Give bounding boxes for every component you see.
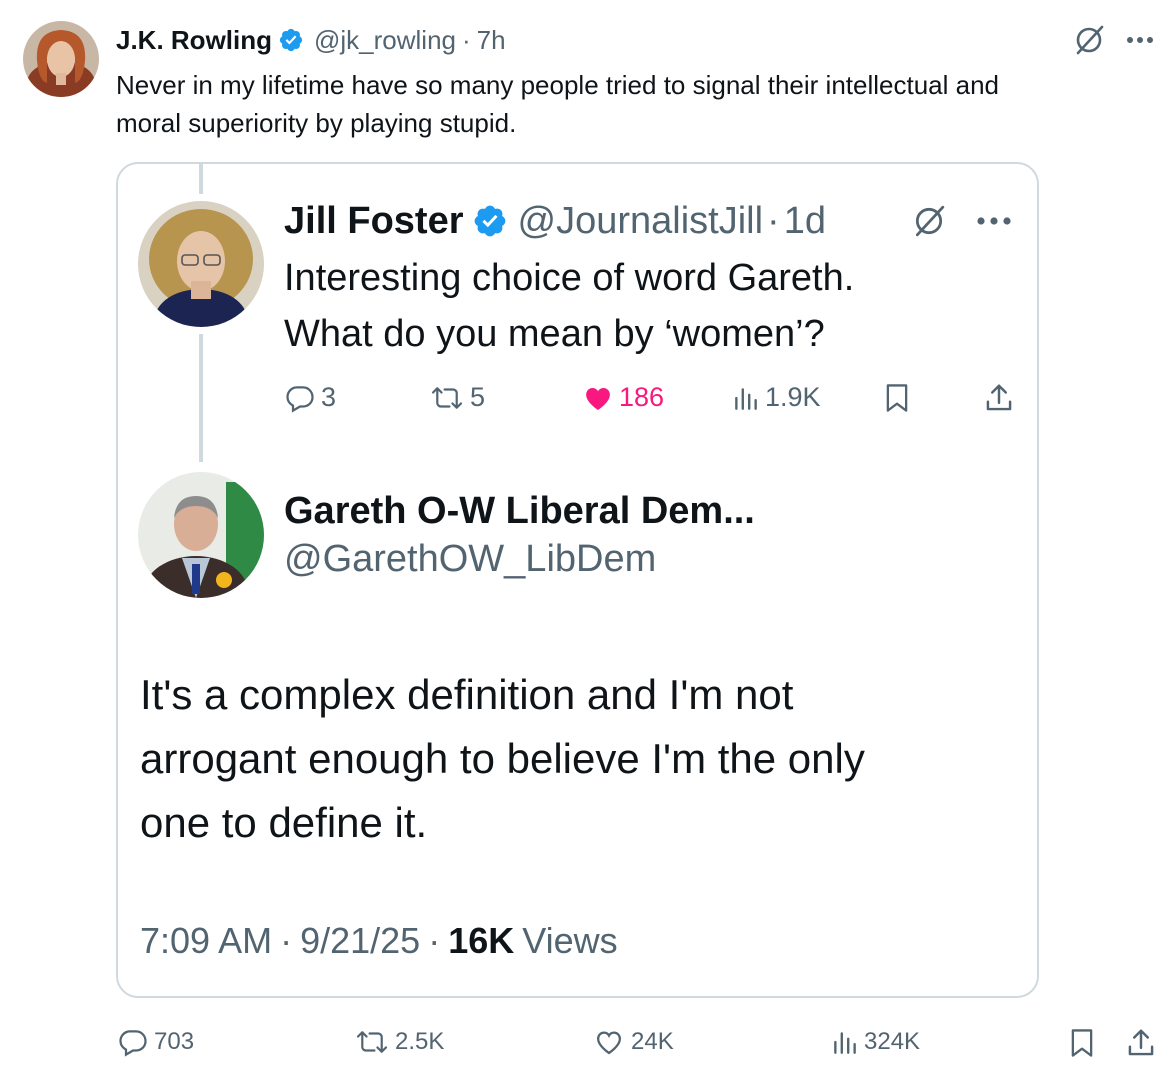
author-name[interactable]: Gareth O-W Liberal Dem... — [284, 487, 755, 535]
post-date[interactable]: 9/21/25 — [300, 920, 420, 962]
like-icon — [583, 383, 613, 413]
author-handle[interactable]: @jk_rowling — [314, 25, 456, 56]
repost-button[interactable]: 5 — [430, 382, 485, 413]
like-icon — [593, 1027, 625, 1057]
verified-badge-icon — [278, 27, 304, 53]
meta-separator: · — [767, 199, 780, 242]
more-icon[interactable] — [1126, 36, 1154, 44]
reply-count: 703 — [154, 1028, 195, 1055]
views-icon — [832, 1027, 858, 1057]
like-count: 24K — [631, 1028, 674, 1055]
views-button[interactable]: 324K — [832, 1027, 920, 1057]
bookmark-icon[interactable] — [884, 382, 910, 414]
meta-separator: · — [280, 920, 293, 961]
author-handle[interactable]: @GarethOW_LibDem — [284, 535, 755, 583]
author-handle[interactable]: @JournalistJill — [518, 200, 764, 243]
reply-icon — [118, 1027, 148, 1057]
reply-icon — [285, 383, 315, 413]
post-time[interactable]: 7h — [477, 25, 506, 56]
reply-text-line: Interesting choice of word Gareth. — [284, 257, 855, 299]
author-avatar-gareth[interactable] — [138, 472, 264, 598]
like-button[interactable]: 186 — [583, 382, 664, 413]
views-button[interactable]: 1.9K — [733, 382, 821, 413]
post-time[interactable]: 1d — [784, 200, 826, 243]
author-avatar-jill-foster[interactable] — [138, 201, 264, 327]
views-label: Views — [522, 920, 618, 961]
reply-button[interactable]: 3 — [285, 382, 336, 413]
author-avatar-jk-rowling[interactable] — [23, 21, 99, 97]
post-text-line: moral superiority by playing stupid. — [116, 108, 517, 138]
reply-count: 3 — [321, 382, 337, 412]
original-text-line: arrogant enough to believe I'm the only — [140, 735, 865, 782]
views-count: 324K — [864, 1028, 921, 1055]
post-text-line: Never in my lifetime have so many people… — [116, 70, 1000, 100]
views-icon — [733, 383, 759, 413]
author-name[interactable]: J.K. Rowling — [116, 25, 272, 56]
grok-icon[interactable] — [1073, 24, 1105, 56]
like-count: 186 — [619, 382, 665, 412]
views-count: 1.9K — [765, 382, 821, 412]
repost-icon — [430, 383, 464, 413]
more-icon[interactable] — [976, 216, 1012, 226]
post-timestamp[interactable]: 7:09 AM — [140, 920, 272, 962]
meta-separator: · — [462, 24, 471, 55]
original-text-line: one to define it. — [140, 799, 428, 846]
repost-icon — [355, 1027, 389, 1057]
thread-line — [199, 334, 203, 462]
grok-icon[interactable] — [912, 204, 946, 238]
meta-separator: · — [428, 920, 441, 961]
thread-line — [199, 162, 203, 194]
bookmark-icon[interactable] — [1069, 1027, 1095, 1059]
verified-badge-icon — [472, 203, 508, 239]
like-button[interactable]: 24K — [593, 1027, 674, 1057]
views-count: 16K — [448, 920, 515, 961]
original-text-line: It's a complex definition and I'm not — [140, 671, 794, 718]
author-name[interactable]: Jill Foster — [284, 200, 464, 243]
repost-count: 5 — [470, 382, 486, 412]
share-icon[interactable] — [1126, 1027, 1156, 1059]
repost-button[interactable]: 2.5K — [355, 1027, 444, 1057]
repost-count: 2.5K — [395, 1028, 445, 1055]
reply-text-line: What do you mean by ‘women’? — [284, 313, 825, 355]
share-icon[interactable] — [984, 382, 1014, 414]
reply-button[interactable]: 703 — [118, 1027, 194, 1057]
